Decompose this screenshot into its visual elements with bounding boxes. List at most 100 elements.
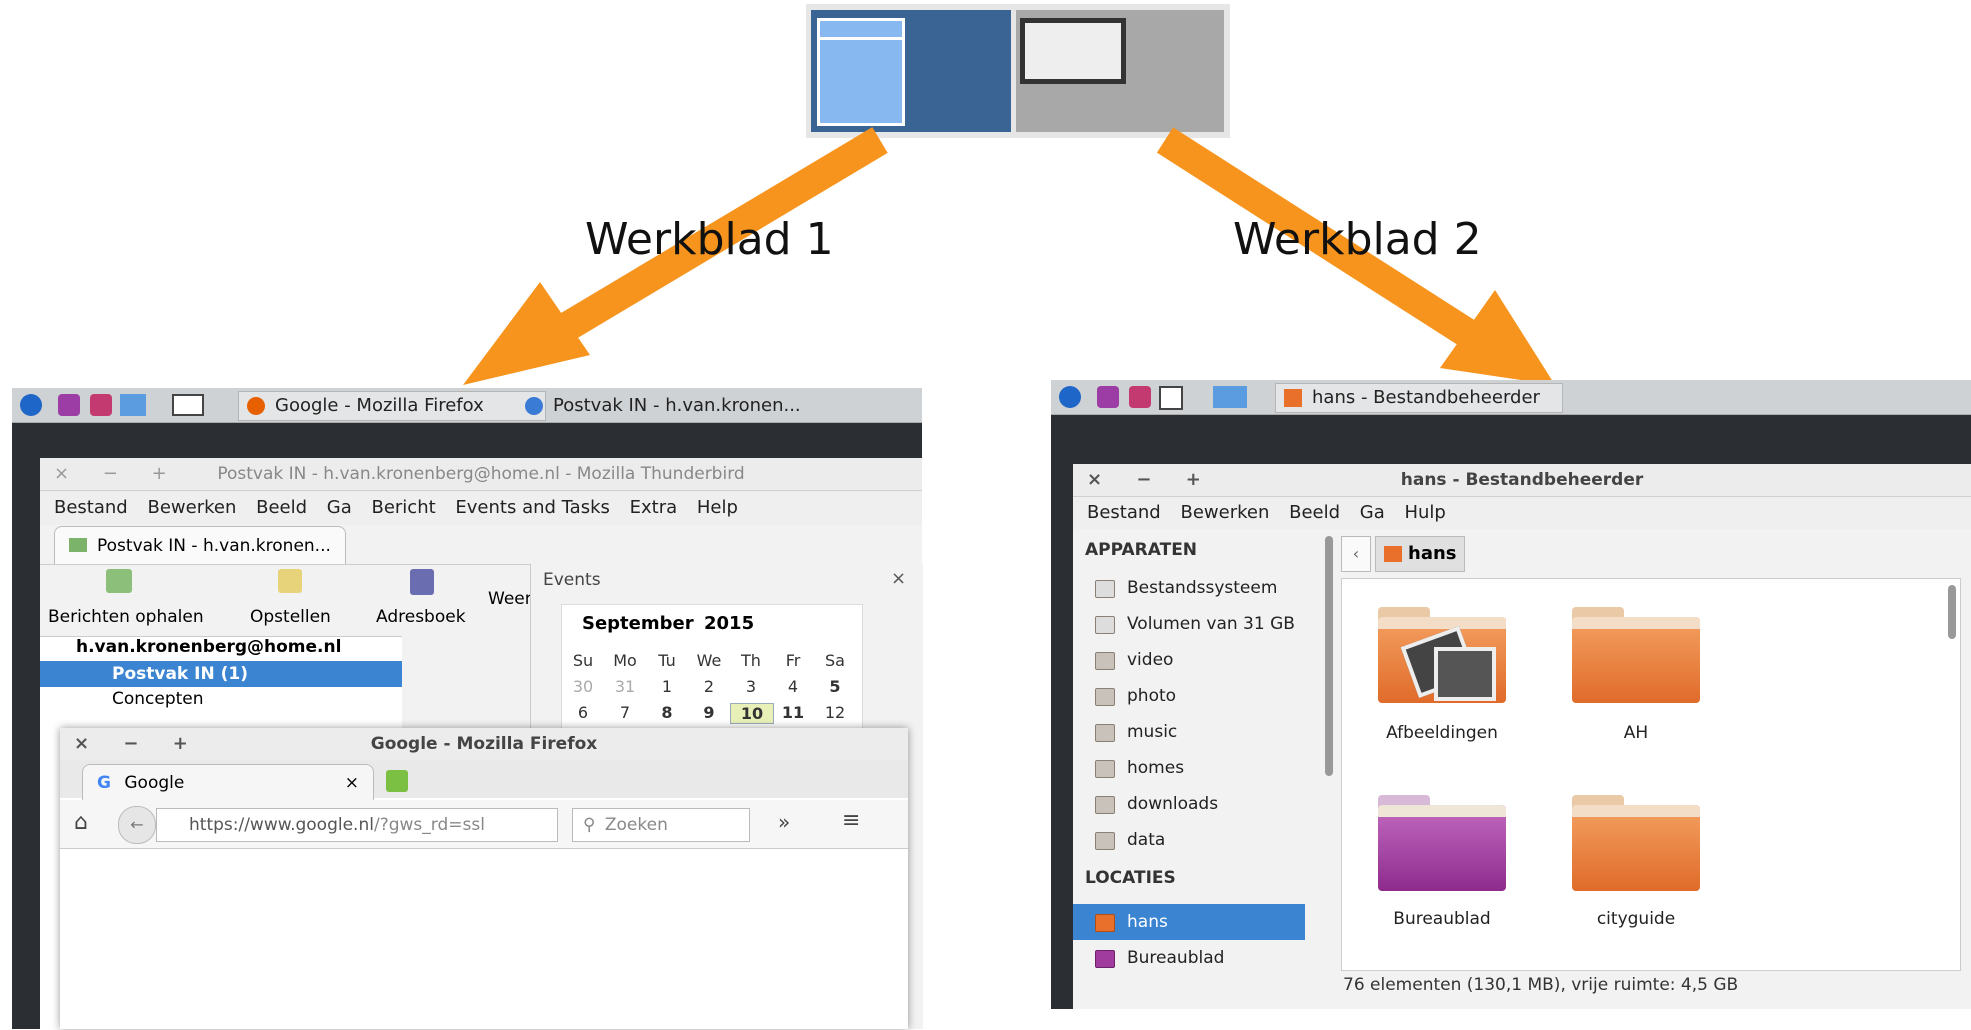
window-controls[interactable]: × − + (74, 728, 202, 760)
workspace-2-icon[interactable] (1213, 386, 1247, 408)
sidebar-item-desktop[interactable]: Bureaublad (1073, 940, 1313, 976)
addressbook-button[interactable]: Adresboek (376, 607, 466, 627)
cal-date[interactable]: 4 (772, 677, 814, 696)
folder-cityguide-icon[interactable] (1572, 795, 1700, 891)
workspace-2-icon[interactable] (172, 394, 204, 416)
url-host: https://www.google.nl (189, 815, 374, 835)
cal-date[interactable]: 5 (814, 677, 856, 696)
menu-bestand[interactable]: Bestand (1087, 502, 1161, 523)
menu-icon[interactable] (20, 394, 42, 416)
file-label[interactable]: Afbeeldingen (1352, 723, 1532, 743)
app-icon[interactable] (58, 394, 80, 416)
folder-ah-icon[interactable] (1572, 607, 1700, 703)
new-tab-icon[interactable] (386, 770, 408, 792)
events-title: Events (543, 570, 601, 590)
sidebar: APPARATEN Bestandssysteem Volumen van 31… (1073, 530, 1313, 1009)
window-controls[interactable]: × − + (54, 458, 181, 490)
drive-icon (1095, 580, 1115, 598)
folder-afbeeldingen-icon[interactable] (1378, 607, 1506, 703)
close-tab-icon[interactable]: × (345, 765, 359, 801)
task-thunderbird[interactable]: Postvak IN - h.van.kronen... (516, 391, 844, 421)
menu-bewerken[interactable]: Bewerken (147, 497, 236, 518)
inbox-icon (69, 538, 87, 552)
sidebar-item-volume[interactable]: Volumen van 31 GB (1073, 606, 1313, 642)
file-label[interactable]: cityguide (1546, 909, 1726, 929)
workspace-1-icon[interactable] (120, 394, 146, 416)
cal-date[interactable]: 31 (604, 677, 646, 696)
url-bar[interactable]: https://www.google.nl/?gws_rd=ssl (156, 808, 558, 842)
overflow-icon[interactable]: » (778, 810, 790, 834)
menu-events[interactable]: Events and Tasks (455, 497, 609, 518)
tab-google[interactable]: G Google × (82, 764, 374, 801)
section-devices: APPARATEN (1085, 540, 1198, 560)
folder-drafts[interactable]: Concepten (112, 689, 204, 709)
file-label[interactable]: Bureaublad (1352, 909, 1532, 929)
app-icon[interactable] (90, 394, 112, 416)
tab-label: Postvak IN - h.van.kronen... (97, 536, 331, 556)
content-scrollbar[interactable] (1948, 585, 1956, 639)
sidebar-item-homes[interactable]: homes (1073, 750, 1313, 786)
app-icon[interactable] (1129, 386, 1151, 408)
home-icon[interactable]: ⌂ (74, 810, 88, 835)
folder-inbox[interactable]: Postvak IN (1) (40, 661, 402, 687)
file-label[interactable]: AH (1546, 723, 1726, 743)
cal-date[interactable]: 9 (688, 703, 730, 722)
sidebar-item-data[interactable]: data (1073, 822, 1313, 858)
menu-icon[interactable] (1059, 386, 1081, 408)
sidebar-item-music[interactable]: music (1073, 714, 1313, 750)
menu-ga[interactable]: Ga (327, 497, 352, 518)
close-icon[interactable]: × (891, 568, 906, 589)
menu-beeld[interactable]: Beeld (1289, 502, 1340, 523)
folder-bureaublad-icon[interactable] (1378, 795, 1506, 891)
sidebar-item-hans[interactable]: hans (1073, 904, 1305, 940)
search-box[interactable]: ⚲ Zoeken (572, 808, 750, 842)
path-button-hans[interactable]: hans (1375, 536, 1465, 572)
cal-date[interactable]: 12 (814, 703, 856, 722)
task-firefox[interactable]: Google - Mozilla Firefox (238, 391, 546, 421)
sidebar-item-video[interactable]: video (1073, 642, 1313, 678)
compose-button[interactable]: Opstellen (250, 607, 331, 627)
cal-day: Su (572, 651, 594, 670)
window-titlebar: × − + hans - Bestandbeheerder (1073, 464, 1971, 497)
workspace-1-icon[interactable] (1159, 386, 1183, 410)
app-icon[interactable] (1097, 386, 1119, 408)
sidebar-item-filesystem[interactable]: Bestandssysteem (1073, 570, 1313, 606)
cal-day: Fr (785, 651, 801, 670)
cal-day: Mo (613, 651, 637, 670)
sidebar-item-photo[interactable]: photo (1073, 678, 1313, 714)
menu-bestand[interactable]: Bestand (54, 497, 128, 518)
cal-date[interactable]: 7 (604, 703, 646, 722)
menu-beeld[interactable]: Beeld (256, 497, 307, 518)
cal-day: We (696, 651, 722, 670)
get-messages-button[interactable]: Berichten ophalen (48, 607, 204, 627)
addressbook-icon (410, 569, 434, 595)
sidebar-scrollbar[interactable] (1325, 536, 1333, 776)
hamburger-menu-icon[interactable]: ≡ (842, 808, 860, 833)
cal-date[interactable]: 11 (772, 703, 814, 722)
sidebar-item-label: data (1127, 830, 1166, 850)
menu-hulp[interactable]: Hulp (1404, 502, 1445, 523)
menu-bericht[interactable]: Bericht (371, 497, 435, 518)
cal-date[interactable]: 30 (562, 677, 604, 696)
cal-date[interactable]: 2 (688, 677, 730, 696)
menu-bewerken[interactable]: Bewerken (1180, 502, 1269, 523)
back-icon[interactable]: ‹ (1341, 536, 1371, 572)
menubar: Bestand Bewerken Beeld Ga Bericht Events… (40, 491, 922, 525)
menu-ga[interactable]: Ga (1360, 502, 1385, 523)
cal-date-today[interactable]: 10 (730, 703, 774, 724)
task-label: Google - Mozilla Firefox (275, 395, 484, 416)
task-filemanager[interactable]: hans - Bestandbeheerder (1275, 383, 1563, 413)
cal-date[interactable]: 1 (646, 677, 688, 696)
account-name[interactable]: h.van.kronenberg@home.nl (76, 637, 341, 657)
menu-extra[interactable]: Extra (630, 497, 678, 518)
menu-help[interactable]: Help (697, 497, 738, 518)
tab-postvak[interactable]: Postvak IN - h.van.kronen... (54, 526, 346, 565)
path-label: hans (1408, 543, 1457, 564)
cal-date[interactable]: 6 (562, 703, 604, 722)
cal-date[interactable]: 3 (730, 677, 772, 696)
window-controls[interactable]: × − + (1087, 464, 1215, 496)
back-icon[interactable]: ← (118, 806, 156, 844)
cal-date[interactable]: 8 (646, 703, 688, 722)
sidebar-item-downloads[interactable]: downloads (1073, 786, 1313, 822)
home-folder-icon (1284, 389, 1302, 407)
